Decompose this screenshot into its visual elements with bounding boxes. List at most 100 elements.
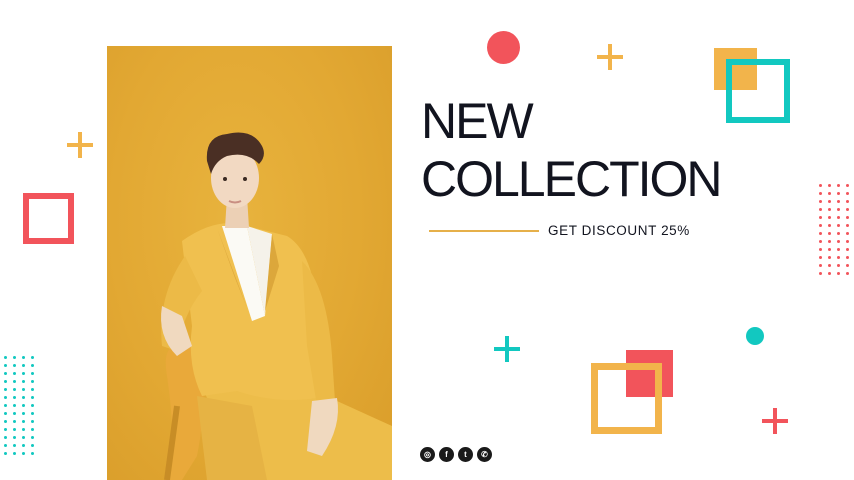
twitter-icon[interactable]: t [458, 447, 473, 462]
dot [819, 224, 822, 227]
dot [837, 216, 840, 219]
teal-outline-square [726, 59, 790, 123]
social-links: ◎ f t ✆ [420, 447, 492, 462]
dot [837, 208, 840, 211]
discount-text: GET DISCOUNT 25% [548, 223, 690, 238]
dot [4, 444, 7, 447]
dot [837, 248, 840, 251]
dot [13, 380, 16, 383]
dot [846, 264, 849, 267]
dot [22, 364, 25, 367]
dot [31, 396, 34, 399]
dot [837, 200, 840, 203]
dot [13, 412, 16, 415]
dot [22, 404, 25, 407]
red-circle-decoration [487, 31, 520, 64]
teal-circle-decoration [746, 327, 764, 345]
dot [819, 264, 822, 267]
dot [31, 428, 34, 431]
dot [837, 184, 840, 187]
yellow-plus-decoration-left [67, 132, 93, 158]
dot [4, 380, 7, 383]
red-plus-decoration [762, 408, 788, 434]
dot [846, 272, 849, 275]
model-photo [107, 46, 392, 480]
dot [22, 388, 25, 391]
dot [13, 452, 16, 455]
dot [22, 356, 25, 359]
dot [846, 256, 849, 259]
dot [819, 216, 822, 219]
dot [22, 380, 25, 383]
dot [828, 192, 831, 195]
dot [13, 388, 16, 391]
yellow-outline-square [591, 363, 662, 434]
dot [846, 208, 849, 211]
dot [819, 232, 822, 235]
dot [31, 372, 34, 375]
dot [819, 272, 822, 275]
dot [22, 444, 25, 447]
dot [4, 356, 7, 359]
red-outline-square [23, 193, 74, 244]
headline-line-1: NEW [421, 93, 534, 149]
dot [13, 436, 16, 439]
headline-line-2: COLLECTION [421, 151, 723, 207]
dot [13, 444, 16, 447]
dot [846, 224, 849, 227]
dot [819, 200, 822, 203]
dot [846, 216, 849, 219]
dot [31, 412, 34, 415]
dot [819, 192, 822, 195]
dot [22, 436, 25, 439]
instagram-icon[interactable]: ◎ [420, 447, 435, 462]
headline: NEW COLLECTION [421, 92, 723, 208]
facebook-icon[interactable]: f [439, 447, 454, 462]
dot [13, 404, 16, 407]
model-illustration [161, 132, 392, 480]
yellow-plus-decoration [597, 44, 623, 70]
dot [31, 356, 34, 359]
dot [13, 428, 16, 431]
dot [828, 224, 831, 227]
dot [828, 184, 831, 187]
dot [31, 404, 34, 407]
dot [22, 452, 25, 455]
dot [819, 256, 822, 259]
dot [4, 364, 7, 367]
dot [819, 248, 822, 251]
dot [13, 364, 16, 367]
dot [4, 404, 7, 407]
dot [4, 420, 7, 423]
dot [31, 452, 34, 455]
dot [837, 272, 840, 275]
dot [13, 372, 16, 375]
dot [31, 420, 34, 423]
dot [819, 184, 822, 187]
divider-line [429, 230, 539, 232]
dot [828, 272, 831, 275]
dot [13, 356, 16, 359]
dot [4, 436, 7, 439]
dot [4, 388, 7, 391]
dot [819, 208, 822, 211]
dot [828, 200, 831, 203]
dot [4, 372, 7, 375]
dot [4, 428, 7, 431]
dot [22, 412, 25, 415]
dot [837, 256, 840, 259]
dot [828, 240, 831, 243]
dot [4, 452, 7, 455]
dot [13, 396, 16, 399]
teal-dot-grid [4, 356, 34, 455]
whatsapp-icon[interactable]: ✆ [477, 447, 492, 462]
dot [819, 240, 822, 243]
dot [846, 192, 849, 195]
dot [4, 396, 7, 399]
dot [22, 420, 25, 423]
dot [828, 232, 831, 235]
dot [828, 208, 831, 211]
dot [846, 232, 849, 235]
dot [837, 232, 840, 235]
dot [837, 264, 840, 267]
